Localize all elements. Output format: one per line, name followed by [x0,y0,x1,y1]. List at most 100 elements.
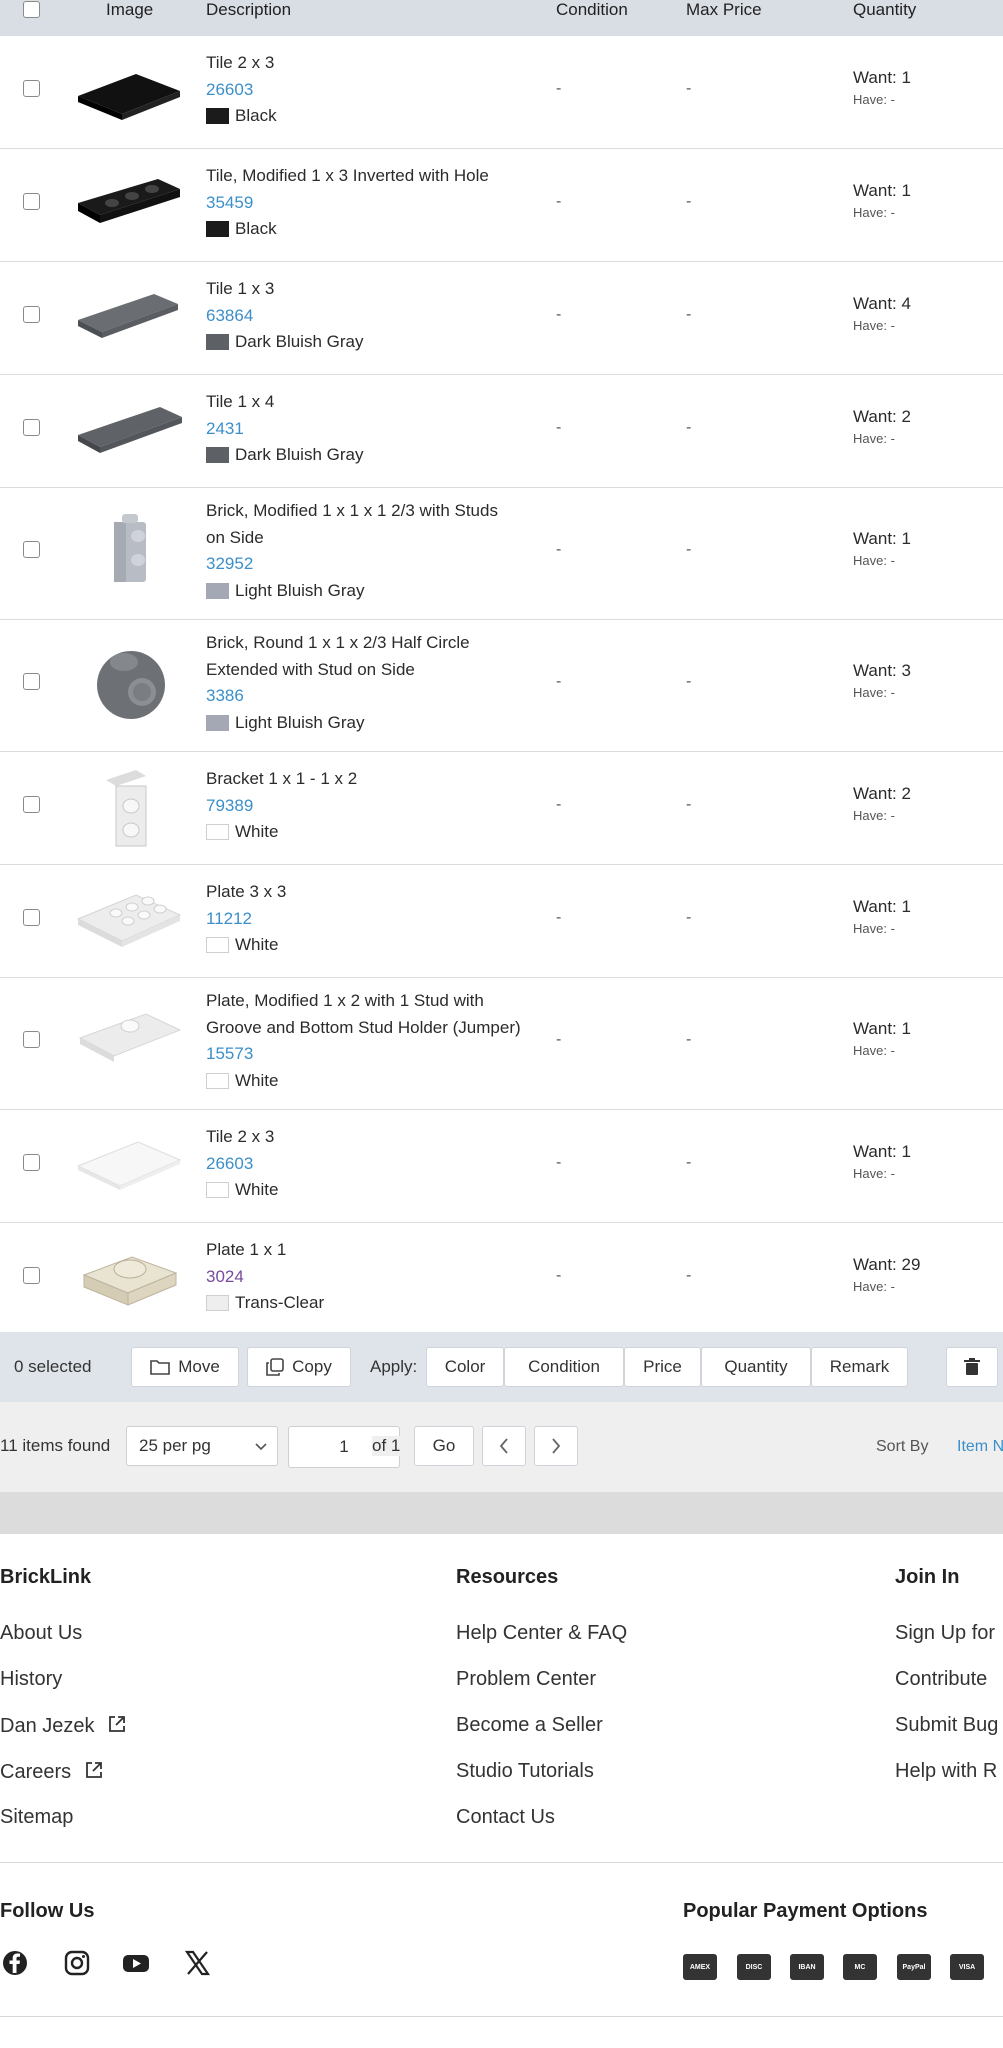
part-image[interactable] [76,56,186,126]
want-qty[interactable]: Want: 3 [853,661,911,680]
row-checkbox[interactable] [23,673,40,690]
item-name-line-2[interactable]: Groove and Bottom Stud Holder (Jumper) [206,1015,541,1042]
delete-button[interactable] [946,1347,998,1387]
want-qty[interactable]: Want: 1 [853,1142,911,1161]
item-name-line-2[interactable]: on Side [206,525,541,552]
apply-condition-button[interactable]: Condition [504,1347,624,1387]
want-qty[interactable]: Want: 2 [853,784,911,803]
footer-link-contact-us[interactable]: Contact Us [456,1806,555,1829]
row-checkbox[interactable] [23,306,40,323]
part-image[interactable] [76,395,186,465]
youtube-icon[interactable] [121,1948,151,1978]
part-image[interactable] [76,169,186,239]
header-max-price[interactable]: Max Price [686,0,762,20]
want-qty[interactable]: Want: 4 [853,294,911,313]
apply-color-button[interactable]: Color [426,1347,504,1387]
move-button[interactable]: Move [131,1347,239,1387]
row-checkbox[interactable] [23,193,40,210]
footer-link-become-seller[interactable]: Become a Seller [456,1714,603,1737]
footer-link-help-center[interactable]: Help Center & FAQ [456,1622,627,1645]
part-image[interactable] [76,1130,186,1200]
want-qty[interactable]: Want: 1 [853,181,911,200]
item-name[interactable]: Tile, Modified 1 x 3 Inverted with Hole [206,163,541,190]
row-checkbox[interactable] [23,1154,40,1171]
want-qty[interactable]: Want: 2 [853,407,911,426]
footer-link-problem-center[interactable]: Problem Center [456,1668,596,1691]
footer-link-sign-up[interactable]: Sign Up for [895,1622,995,1645]
item-number[interactable]: 32952 [206,551,541,578]
follow-us-title: Follow Us [0,1900,95,1922]
part-image[interactable] [76,1004,186,1074]
apply-remark-button[interactable]: Remark [811,1347,908,1387]
part-image[interactable] [76,508,186,588]
facebook-icon[interactable] [0,1948,30,1978]
item-name-line-2[interactable]: Extended with Stud on Side [206,657,541,684]
item-name[interactable]: Plate 3 x 3 [206,879,541,906]
item-number[interactable]: 11212 [206,906,541,933]
prev-page-button[interactable] [482,1426,526,1466]
row-checkbox[interactable] [23,80,40,97]
item-condition: - [556,909,562,926]
want-qty[interactable]: Want: 1 [853,529,911,548]
sort-by-value[interactable]: Item N [957,1438,1003,1456]
instagram-icon[interactable] [62,1948,92,1978]
next-page-button[interactable] [534,1426,578,1466]
want-qty[interactable]: Want: 1 [853,897,911,916]
part-image[interactable] [76,282,186,352]
go-button[interactable]: Go [414,1426,474,1466]
item-number[interactable]: 3024 [206,1264,541,1291]
row-checkbox[interactable] [23,909,40,926]
item-number[interactable]: 15573 [206,1041,541,1068]
apply-price-button[interactable]: Price [624,1347,701,1387]
row-checkbox[interactable] [23,541,40,558]
want-qty[interactable]: Want: 1 [853,1019,911,1038]
footer-link-contribute[interactable]: Contribute [895,1668,987,1691]
item-number[interactable]: 26603 [206,1151,541,1178]
chevron-right-icon [552,1438,561,1454]
item-name[interactable]: Tile 2 x 3 [206,50,541,77]
header-condition[interactable]: Condition [556,0,628,20]
x-icon[interactable] [182,1948,212,1978]
table-row: Plate, Modified 1 x 2 with 1 Stud with G… [0,978,1003,1110]
header-quantity[interactable]: Quantity [853,0,916,20]
item-name-line-1[interactable]: Brick, Round 1 x 1 x 2/3 Half Circle [206,630,541,657]
want-qty[interactable]: Want: 29 [853,1255,920,1274]
per-page-select[interactable]: 25 per pg [126,1426,278,1466]
item-number[interactable]: 2431 [206,416,541,443]
footer-link-help-with[interactable]: Help with R [895,1760,997,1783]
apply-quantity-button[interactable]: Quantity [701,1347,811,1387]
item-name[interactable]: Tile 1 x 3 [206,276,541,303]
folder-icon [150,1360,171,1375]
row-checkbox[interactable] [23,1267,40,1284]
header-description[interactable]: Description [206,0,291,20]
item-name[interactable]: Bracket 1 x 1 - 1 x 2 [206,766,541,793]
item-number[interactable]: 26603 [206,77,541,104]
item-name-line-1[interactable]: Brick, Modified 1 x 1 x 1 2/3 with Studs [206,498,541,525]
row-checkbox[interactable] [23,1031,40,1048]
row-checkbox[interactable] [23,796,40,813]
want-qty[interactable]: Want: 1 [853,68,911,87]
item-name-line-1[interactable]: Plate, Modified 1 x 2 with 1 Stud with [206,988,541,1015]
item-number[interactable]: 79389 [206,793,541,820]
select-all-checkbox[interactable] [23,1,40,18]
footer-link-submit-bug[interactable]: Submit Bug [895,1714,998,1737]
footer-link-about[interactable]: About Us [0,1622,82,1645]
part-image[interactable] [76,762,186,852]
part-image[interactable] [76,883,186,953]
row-checkbox[interactable] [23,419,40,436]
part-image[interactable] [76,1239,186,1317]
footer-link-studio-tutorials[interactable]: Studio Tutorials [456,1760,594,1783]
footer-link-dan-jezek[interactable]: Dan Jezek [0,1714,127,1738]
table-row: Tile 1 x 3 63864 Dark Bluish Gray - - Wa… [0,262,1003,375]
item-name[interactable]: Plate 1 x 1 [206,1237,541,1264]
item-number[interactable]: 3386 [206,683,541,710]
item-number[interactable]: 63864 [206,303,541,330]
copy-button[interactable]: Copy [247,1347,351,1387]
footer-link-sitemap[interactable]: Sitemap [0,1806,73,1829]
footer-link-history[interactable]: History [0,1668,62,1691]
item-name[interactable]: Tile 2 x 3 [206,1124,541,1151]
footer-link-careers[interactable]: Careers [0,1760,104,1784]
item-name[interactable]: Tile 1 x 4 [206,389,541,416]
item-number[interactable]: 35459 [206,190,541,217]
part-image[interactable] [76,640,186,725]
